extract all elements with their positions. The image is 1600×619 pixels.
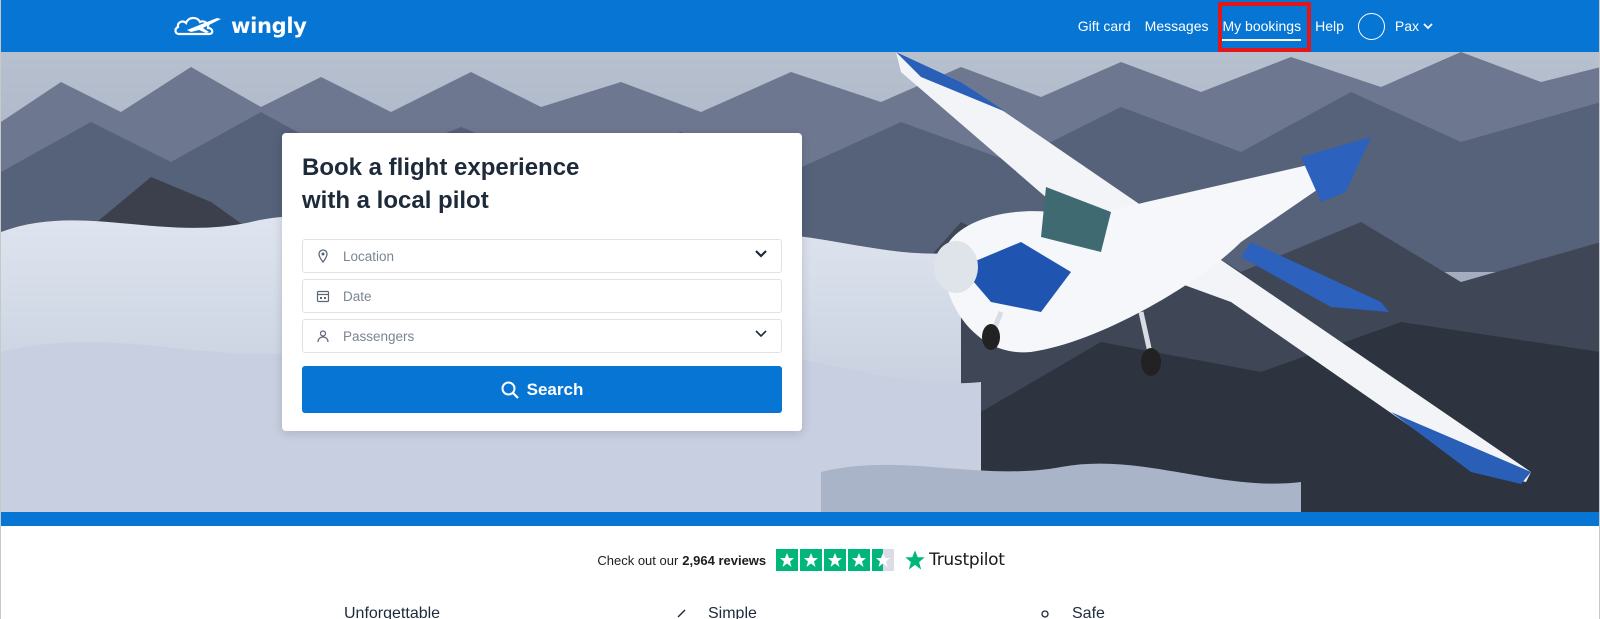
- user-name: Pax: [1394, 18, 1419, 34]
- location-input[interactable]: Location: [302, 239, 782, 273]
- star-icon: [800, 549, 823, 571]
- search-button-label: Search: [526, 379, 584, 399]
- trustpilot-banner[interactable]: Check out our 2,964 reviews Trustpilot: [1, 549, 1599, 571]
- star-icon: [848, 549, 871, 571]
- search-button[interactable]: Search: [302, 366, 782, 413]
- passengers-select[interactable]: Passengers: [302, 319, 782, 353]
- page: wingly Gift card Messages My bookings He…: [0, 0, 1600, 619]
- feature-unforgettable: Unforgettable: [344, 605, 441, 619]
- wingly-plane-icon: [174, 16, 221, 36]
- trustpilot-prefix: Check out our: [597, 552, 679, 568]
- search-title: Book a flight experience with a local pi…: [302, 151, 642, 217]
- trustpilot-logo: Trustpilot: [904, 549, 1005, 571]
- chevron-down-icon[interactable]: [755, 250, 767, 258]
- search-card: Book a flight experience with a local pi…: [282, 133, 802, 431]
- feature-simple-icon: [677, 605, 687, 619]
- passengers-placeholder: Passengers: [343, 328, 415, 344]
- brand-logo[interactable]: wingly: [173, 10, 307, 42]
- trustpilot-brand-name: Trustpilot: [929, 550, 1005, 570]
- date-placeholder: Date: [343, 288, 372, 304]
- person-icon: [317, 330, 329, 343]
- nav-gift-card[interactable]: Gift card: [1071, 0, 1138, 52]
- avatar[interactable]: [1357, 12, 1385, 40]
- user-menu[interactable]: Pax: [1351, 12, 1433, 40]
- feature-safe-icon: [1040, 605, 1050, 619]
- feature-simple: Simple: [708, 605, 757, 619]
- top-navbar: wingly Gift card Messages My bookings He…: [1, 0, 1599, 52]
- nav-links: Gift card Messages My bookings Help Pax: [1071, 0, 1433, 52]
- search-title-line1: Book a flight experience: [302, 154, 580, 181]
- trustpilot-review-count: 2,964 reviews: [682, 552, 767, 568]
- star-icon: [824, 549, 847, 571]
- chevron-down-icon[interactable]: [755, 330, 767, 338]
- trustpilot-stars: [776, 549, 895, 571]
- nav-my-bookings[interactable]: My bookings: [1215, 0, 1308, 52]
- star-icon: [776, 549, 799, 571]
- trustpilot-star-icon: [905, 550, 925, 570]
- nav-messages[interactable]: Messages: [1138, 0, 1216, 52]
- hero-bottom-strip: [1, 512, 1599, 526]
- feature-safe: Safe: [1072, 605, 1105, 619]
- location-placeholder: Location: [343, 248, 395, 264]
- calendar-icon: [316, 290, 330, 303]
- star-half-icon: [872, 549, 895, 571]
- location-pin-icon: [318, 249, 328, 263]
- chevron-down-icon: [1423, 22, 1433, 29]
- date-input[interactable]: Date: [302, 279, 782, 313]
- search-icon: [501, 381, 519, 399]
- search-title-line2: with a local pilot: [302, 187, 489, 214]
- nav-help[interactable]: Help: [1308, 0, 1351, 52]
- brand-name: wingly: [231, 14, 307, 38]
